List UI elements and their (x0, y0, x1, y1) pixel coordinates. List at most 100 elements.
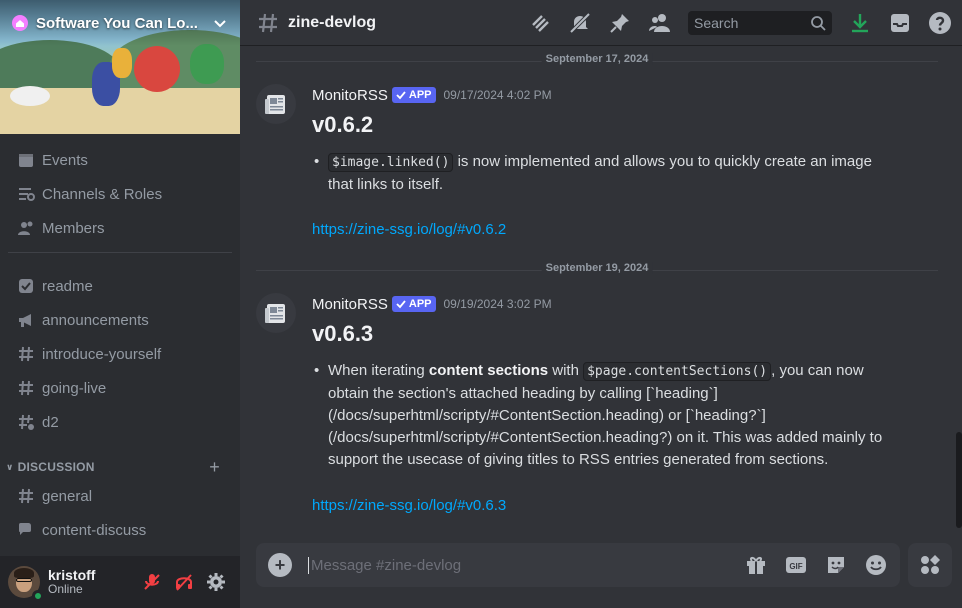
sidebar-item-label: d2 (42, 413, 59, 431)
sidebar-item-going-live[interactable]: going-live (8, 371, 232, 405)
sidebar-item-d2[interactable]: d2 (8, 405, 232, 439)
category-discussion[interactable]: ∨ DISCUSSION + (0, 457, 240, 477)
hash-icon (16, 378, 36, 398)
discord-app: Software You Can Lo... Events Channels &… (0, 0, 962, 608)
help-icon (929, 12, 951, 34)
sidebar-item-events[interactable]: Events (8, 143, 232, 177)
hash-thread-icon (16, 412, 36, 432)
author-name[interactable]: MonitoRSS (312, 296, 388, 313)
smiley-icon (866, 555, 886, 575)
emoji-button[interactable] (864, 553, 888, 577)
microphone-muted-icon (144, 574, 160, 590)
author-name[interactable]: MonitoRSS (312, 87, 388, 104)
sidebar-item-general[interactable]: general (8, 479, 232, 513)
checkmark-icon (396, 91, 406, 100)
newspaper-icon[interactable] (256, 84, 296, 124)
message-timestamp: 09/17/2024 4:02 PM (443, 88, 552, 102)
chat-main: zine-devlog Search September 17, 2024 Mo… (240, 0, 962, 608)
megaphone-icon (16, 310, 36, 330)
gift-icon (747, 557, 765, 574)
username: kristoff (48, 566, 96, 583)
members-icon (649, 14, 670, 32)
hash-icon (16, 344, 36, 364)
sidebar-item-label: Events (42, 151, 88, 169)
scrollbar[interactable] (956, 432, 962, 528)
member-list-button[interactable] (648, 11, 672, 35)
sticker-button[interactable] (824, 553, 848, 577)
gift-button[interactable] (744, 553, 768, 577)
pin-icon (610, 14, 629, 33)
inline-code: $image.linked() (328, 153, 454, 172)
search-placeholder: Search (694, 15, 739, 31)
app-badge: APP (391, 296, 436, 312)
checkbox-icon (16, 276, 36, 296)
category-label: DISCUSSION (17, 460, 95, 474)
hash-icon (16, 486, 36, 506)
calendar-icon (16, 150, 36, 170)
sidebar-item-introduce-yourself[interactable]: introduce-yourself (8, 337, 232, 371)
server-header[interactable]: Software You Can Lo... (0, 0, 240, 46)
app-badge-label: APP (408, 298, 432, 310)
channels-roles-icon (16, 184, 36, 204)
server-sidebar: Software You Can Lo... Events Channels &… (0, 0, 240, 608)
newspaper-icon[interactable] (256, 293, 296, 333)
sidebar-item-announcements[interactable]: announcements (8, 303, 232, 337)
attach-button[interactable]: + (268, 553, 292, 577)
headphones-muted-icon (176, 574, 192, 591)
pinned-messages-button[interactable] (608, 11, 632, 35)
online-status-indicator (32, 590, 44, 602)
bold-text: content sections (428, 362, 549, 379)
user-info[interactable]: kristoff Online (48, 566, 136, 597)
message-header: MonitoRSS APP 09/17/2024 4:02 PM (312, 84, 552, 106)
svg-text:GIF: GIF (789, 562, 802, 571)
message-composer: + Message #zine-devlog GIF (256, 543, 900, 587)
add-channel-icon[interactable]: + (209, 457, 220, 478)
channel-header: zine-devlog Search (240, 0, 962, 46)
header-toolbar: Search (520, 0, 962, 46)
threads-icon (532, 15, 549, 32)
notification-settings-button[interactable] (568, 11, 592, 35)
sidebar-item-members[interactable]: Members (8, 211, 232, 245)
search-icon (811, 16, 826, 31)
message-body: • When iterating content sections with $… (312, 360, 888, 471)
apps-button[interactable] (908, 543, 952, 587)
deafen-button[interactable] (168, 566, 200, 598)
release-heading: v0.6.3 (312, 321, 374, 346)
date-divider: September 19, 2024 (256, 262, 938, 274)
help-button[interactable] (928, 11, 952, 35)
hash-icon (259, 13, 277, 32)
date-label: September 19, 2024 (541, 262, 653, 274)
message-input[interactable]: Message #zine-devlog (308, 556, 728, 574)
release-link[interactable]: https://zine-ssg.io/log/#v0.6.2 (312, 221, 506, 238)
download-button[interactable] (848, 11, 872, 35)
date-divider: September 17, 2024 (256, 53, 938, 65)
sidebar-item-channels-roles[interactable]: Channels & Roles (8, 177, 232, 211)
mute-button[interactable] (136, 566, 168, 598)
sidebar-item-label: readme (42, 277, 93, 295)
user-settings-button[interactable] (200, 566, 232, 598)
house-icon (12, 15, 28, 31)
gif-button[interactable]: GIF (784, 553, 808, 577)
gear-icon (207, 573, 225, 591)
list-item: • $image.linked() is now implemented and… (314, 153, 872, 193)
sidebar-item-label: Members (42, 219, 105, 237)
members-icon (16, 218, 36, 238)
message-body: • $image.linked() is now implemented and… (312, 151, 888, 196)
server-name: Software You Can Lo... (36, 14, 198, 32)
message-text: with (548, 362, 584, 379)
chevron-down-icon: ∨ (6, 461, 14, 472)
inbox-button[interactable] (888, 11, 912, 35)
apps-icon (921, 555, 940, 574)
message-text: When iterating (328, 362, 429, 379)
date-label: September 17, 2024 (541, 53, 653, 65)
sidebar-item-label: content-discuss (42, 521, 147, 539)
download-icon (852, 14, 868, 33)
search-input[interactable]: Search (688, 11, 832, 35)
release-link[interactable]: https://zine-ssg.io/log/#v0.6.3 (312, 497, 506, 514)
sidebar-item-readme[interactable]: readme (8, 269, 232, 303)
release-heading: v0.6.2 (312, 112, 374, 137)
bell-muted-icon (569, 12, 591, 34)
sidebar-item-content-discuss[interactable]: content-discuss (8, 513, 232, 547)
channel-title: zine-devlog (288, 13, 377, 31)
threads-button[interactable] (528, 11, 552, 35)
